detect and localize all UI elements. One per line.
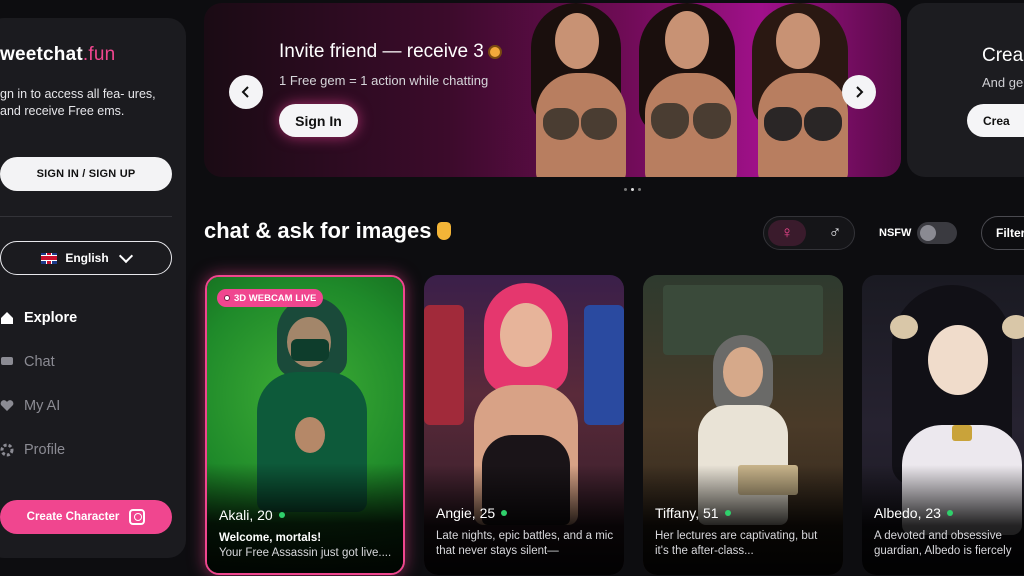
create-character-label: Create Character	[26, 511, 120, 523]
character-name: Angie, 25	[436, 505, 508, 521]
secondary-banner-subtitle: And ge	[982, 75, 1024, 90]
character-name-text: Albedo, 23	[874, 505, 941, 521]
carousel-prev-button[interactable]	[229, 75, 263, 109]
male-filter-button[interactable]: ♂	[816, 220, 854, 246]
secondary-banner-button[interactable]: Crea	[967, 104, 1024, 137]
gear-icon	[0, 443, 14, 457]
carousel-dot-active[interactable]	[631, 188, 634, 191]
secondary-banner-title: Crea	[982, 45, 1024, 66]
sidebar-nav: Explore Chat My AI Profile	[0, 296, 77, 472]
section-title: chat & ask for images	[204, 218, 452, 244]
female-filter-button[interactable]: ♀	[768, 220, 806, 246]
character-description: Her lectures are captivating, but it's t…	[655, 530, 818, 557]
face-scan-icon	[129, 509, 146, 525]
carousel-next-button[interactable]	[842, 75, 876, 109]
chevron-left-icon	[241, 86, 249, 98]
gem-icon	[487, 44, 502, 59]
character-name-text: Akali, 20	[219, 507, 273, 523]
character-card-tiffany[interactable]: Tiffany, 51 Her lectures are captivating…	[643, 275, 843, 575]
create-character-button[interactable]: Create Character	[0, 500, 172, 534]
character-description: Late nights, epic battles, and a mic tha…	[436, 530, 614, 557]
home-icon	[1, 312, 13, 324]
character-card-angie[interactable]: Angie, 25 Late nights, epic battles, and…	[424, 275, 624, 575]
chevron-right-icon	[856, 86, 864, 98]
carousel-dot[interactable]	[638, 188, 641, 191]
secondary-banner[interactable]: Crea And ge Crea	[907, 3, 1024, 177]
character-card-albedo[interactable]: Albedo, 23 A devoted and obsessive guard…	[862, 275, 1024, 575]
signin-promo-text: gn in to access all fea- ures, and recei…	[0, 87, 156, 118]
character-card-akali[interactable]: 3D WEBCAM LIVE Akali, 20 Welcome, mortal…	[205, 275, 405, 575]
live-dot-icon	[224, 295, 230, 301]
live-badge: 3D WEBCAM LIVE	[217, 289, 324, 307]
language-label: English	[65, 251, 109, 265]
sign-in-sign-up-button[interactable]: SIGN IN / SIGN UP	[0, 157, 172, 191]
online-status-icon	[724, 510, 731, 516]
sidebar-item-label: My AI	[24, 398, 61, 414]
banner-title-text: Invite friend — receive 3	[279, 41, 484, 62]
banner-subtitle: 1 Free gem = 1 action while chatting	[279, 73, 489, 88]
section-title-text: chat & ask for images	[204, 218, 432, 243]
sidebar-divider	[0, 216, 172, 217]
banner-sign-in-button[interactable]: Sign In	[279, 104, 358, 137]
sidebar-item-explore[interactable]: Explore	[0, 296, 77, 340]
chat-icon	[1, 357, 13, 365]
promo-banner[interactable]: Invite friend — receive 3 1 Free gem = 1…	[204, 3, 901, 177]
banner-models-image	[521, 3, 881, 177]
nsfw-label: NSFW	[879, 227, 912, 239]
character-description: Welcome, mortals! Your Free Assassin just…	[219, 531, 397, 561]
sidebar-item-label: Chat	[24, 354, 55, 370]
sidebar-item-label: Explore	[24, 310, 78, 326]
character-name-text: Angie, 25	[436, 505, 496, 521]
character-name: Akali, 20	[219, 507, 285, 523]
online-status-icon	[278, 512, 285, 518]
filter-button[interactable]: Filter	[981, 216, 1024, 250]
character-greeting: Welcome, mortals!	[219, 532, 322, 544]
pointing-down-emoji-icon	[437, 222, 452, 240]
character-name-text: Tiffany, 51	[655, 505, 719, 521]
banner-title: Invite friend — receive 3	[279, 41, 502, 63]
live-badge-label: 3D WEBCAM LIVE	[234, 292, 317, 304]
chevron-down-icon	[118, 248, 133, 263]
sidebar: weetchat.fun gn in to access all fea- ur…	[0, 18, 186, 558]
character-description-text: Your Free Assassin just got live....	[219, 547, 392, 559]
character-name: Tiffany, 51	[655, 505, 731, 521]
carousel-dot[interactable]	[624, 188, 627, 191]
online-status-icon	[946, 510, 953, 516]
nsfw-toggle[interactable]	[917, 222, 957, 244]
sidebar-item-chat[interactable]: Chat	[0, 340, 77, 384]
language-selector[interactable]: English	[0, 241, 172, 275]
sidebar-item-my-ai[interactable]: My AI	[0, 384, 77, 428]
heart-icon	[0, 400, 14, 411]
online-status-icon	[501, 510, 508, 516]
character-name: Albedo, 23	[874, 505, 953, 521]
character-description: A devoted and obsessive guardian, Albedo…	[874, 530, 1012, 557]
carousel-dots	[624, 188, 641, 191]
uk-flag-icon	[41, 252, 58, 264]
gender-toggle: ♀ ♂	[763, 216, 855, 250]
sidebar-item-profile[interactable]: Profile	[0, 428, 77, 472]
sidebar-item-label: Profile	[24, 442, 66, 458]
app-root: weetchat.fun gn in to access all fea- ur…	[0, 0, 1024, 576]
